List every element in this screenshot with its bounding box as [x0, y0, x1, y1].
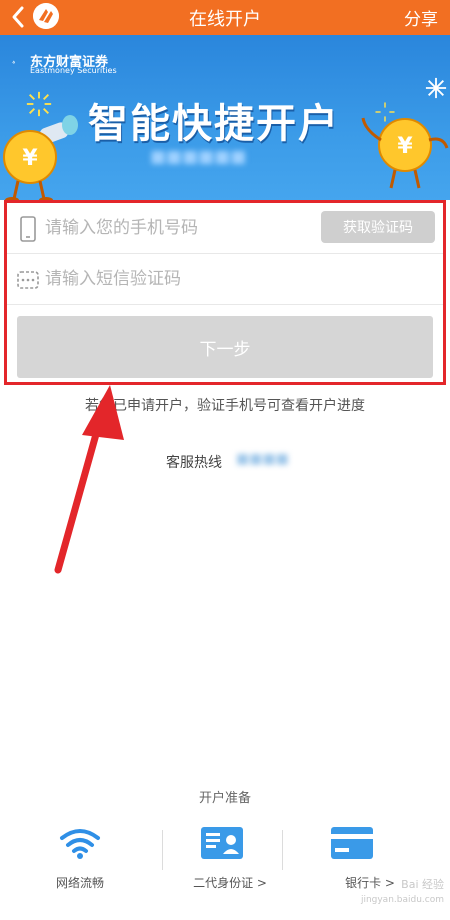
wifi-icon — [60, 829, 100, 859]
watermark: Bai 经验 — [401, 878, 444, 891]
phone-row: 获取验证码 — [7, 203, 443, 254]
signup-form: 获取验证码 下一步 — [4, 200, 446, 385]
mobile-phone-icon — [20, 216, 36, 242]
bank-card-icon — [331, 827, 373, 859]
hotline-label: 客服热线 — [166, 455, 222, 471]
id-card-icon — [201, 827, 243, 859]
divider — [162, 830, 163, 870]
phone-input[interactable] — [45, 213, 305, 243]
page-title: 在线开户 — [189, 9, 261, 30]
share-button[interactable]: 分享 — [404, 5, 438, 30]
divider — [282, 830, 283, 870]
svg-text:¥: ¥ — [22, 146, 38, 171]
star-icon — [425, 77, 447, 99]
get-code-button[interactable]: 获取验证码 — [321, 211, 435, 243]
top-bar: 在线开户 分享 — [0, 0, 450, 35]
prep-item-bank-card[interactable]: 银行卡 > — [290, 826, 410, 896]
sms-code-input[interactable] — [45, 264, 305, 294]
account-opening-page: 在线开户 分享 东方财富证券 Eastmoney Securities 智能快捷… — [0, 0, 450, 920]
prep-items: 网络流畅 二代身份证 > 银行卡 > — [40, 826, 440, 896]
progress-hint: 若您已申请开户，验证手机号可查看开户进度 — [85, 398, 365, 414]
svg-text:¥: ¥ — [397, 134, 413, 159]
coin-mascot-icon: ¥ — [361, 117, 449, 189]
watermark-url: jingyan.baidu.com — [360, 895, 444, 905]
next-step-button[interactable]: 下一步 — [17, 316, 433, 378]
brand-name-en: Eastmoney Securities — [30, 66, 117, 75]
coin-mascot-icon: ¥ — [3, 115, 78, 200]
brand-logo-icon — [12, 60, 15, 64]
prep-item-label: 银行卡 > — [345, 876, 395, 890]
prep-item-label: 网络流畅 — [55, 876, 104, 890]
prep-item-label: 二代身份证 > — [193, 876, 267, 890]
prep-item-network: 网络流畅 — [40, 826, 160, 896]
sms-code-row — [7, 254, 443, 305]
prep-item-id-card[interactable]: 二代身份证 > — [170, 826, 290, 896]
banner-headline: 智能快捷开户 — [88, 101, 340, 147]
message-icon — [17, 271, 39, 289]
prep-section-title: 开户准备 — [198, 791, 251, 806]
banner-subtitle-redacted: ■■■■■■ — [150, 147, 247, 167]
hotline-number-redacted[interactable]: ■■■■ — [236, 451, 289, 467]
promo-banner: 东方财富证券 Eastmoney Securities 智能快捷开户 ■■■■■… — [0, 35, 450, 200]
